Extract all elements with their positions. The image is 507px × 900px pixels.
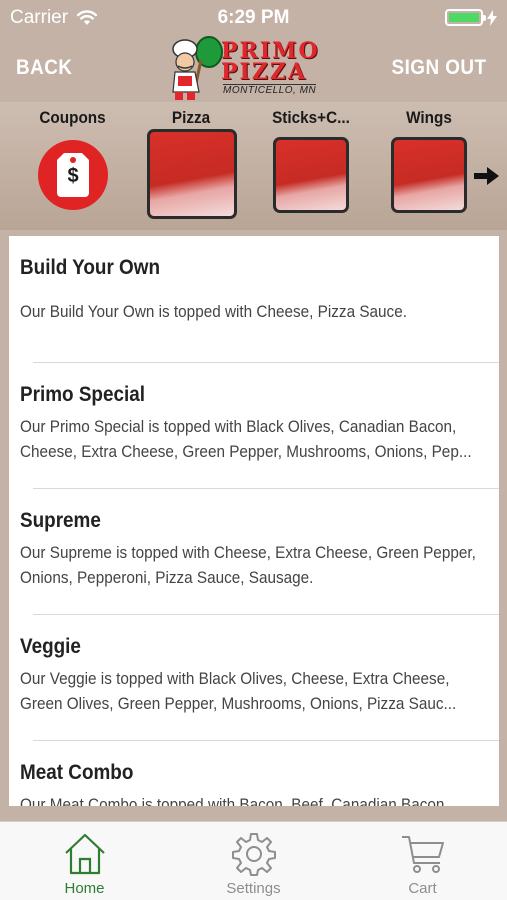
- charging-bolt-icon: [487, 9, 497, 26]
- description-line: Our Build Your Own is topped with Cheese…: [20, 302, 407, 321]
- home-icon: [65, 833, 105, 875]
- category-sticks[interactable]: Sticks+C...: [263, 102, 359, 230]
- description-line: Cheese, Extra Cheese, Green Pepper, Mush…: [20, 442, 472, 461]
- menu-item-title: Meat Combo: [20, 761, 134, 784]
- category-pizza[interactable]: Pizza: [145, 102, 237, 230]
- menu-item-build-your-own[interactable]: Build Your Own Our Build Your Own is top…: [9, 236, 499, 362]
- logo-line-pizza: PIZZA: [221, 59, 308, 85]
- category-image: [391, 137, 467, 213]
- menu-item-description: Our Veggie is topped with Black Olives, …: [20, 666, 491, 716]
- tag-hole: [70, 157, 76, 163]
- battery-icon: [445, 9, 486, 26]
- category-strip: Coupons $ Pizza Sticks+C... Wings: [0, 102, 507, 230]
- category-wings[interactable]: Wings: [384, 102, 474, 230]
- description-line: Green Olives, Green Pepper, Mushrooms, O…: [20, 694, 457, 713]
- menu-item-description: Our Meat Combo is topped with Bacon, Bee…: [20, 792, 491, 806]
- dollar-sign: $: [67, 165, 79, 187]
- category-image: [147, 129, 237, 219]
- menu-item-title: Build Your Own: [20, 256, 161, 279]
- coupon-badge: $: [38, 140, 108, 210]
- category-coupons[interactable]: Coupons $: [0, 102, 145, 230]
- tab-label: Cart: [408, 880, 437, 897]
- tab-home[interactable]: Home: [0, 822, 169, 900]
- description-line: Our Meat Combo is topped with Bacon, Bee…: [20, 795, 449, 806]
- category-label: Coupons: [39, 108, 106, 127]
- navigation-bar: BACK PRIMO PIZZA MONTICELLO, MN SIGN OUT: [0, 36, 507, 102]
- menu-item-title: Supreme: [20, 509, 101, 532]
- menu-item-supreme[interactable]: Supreme Our Supreme is topped with Chees…: [9, 489, 499, 615]
- gear-icon: [232, 833, 276, 876]
- description-line: Our Veggie is topped with Black Olives, …: [20, 669, 450, 688]
- back-button[interactable]: BACK: [16, 56, 72, 80]
- category-label: Sticks+C...: [272, 108, 350, 127]
- tab-bar: Home Settings Cart: [0, 821, 507, 900]
- chef-mascot-icon: [172, 36, 223, 100]
- status-time: 6:29 PM: [217, 7, 290, 28]
- battery-fill: [449, 13, 479, 22]
- description-line: Onions, Pepperoni, Pizza Sauce, Sausage.: [20, 568, 314, 587]
- category-image: [273, 137, 349, 213]
- scroll-right-arrow-icon[interactable]: [474, 166, 500, 186]
- sign-out-button[interactable]: SIGN OUT: [392, 56, 487, 80]
- status-bar: Carrier 6:29 PM: [0, 0, 507, 36]
- primo-pizza-logo: PRIMO PIZZA MONTICELLO, MN: [165, 36, 335, 102]
- menu-item-description: Our Primo Special is topped with Black O…: [20, 414, 491, 464]
- menu-item-title: Veggie: [20, 635, 81, 658]
- menu-item-veggie[interactable]: Veggie Our Veggie is topped with Black O…: [9, 615, 499, 741]
- menu-item-meat-combo[interactable]: Meat Combo Our Meat Combo is topped with…: [9, 741, 499, 806]
- logo-location: MONTICELLO, MN: [223, 84, 317, 96]
- category-label: Pizza: [171, 108, 211, 127]
- battery-status: [445, 9, 497, 26]
- menu-item-description: Our Build Your Own is topped with Cheese…: [20, 299, 491, 324]
- tab-cart[interactable]: Cart: [338, 822, 507, 900]
- tab-label: Home: [64, 880, 105, 897]
- menu-item-primo-special[interactable]: Primo Special Our Primo Special is toppe…: [9, 363, 499, 489]
- description-line: Our Primo Special is topped with Black O…: [20, 417, 457, 436]
- tab-label: Settings: [226, 880, 281, 897]
- description-line: Our Supreme is topped with Cheese, Extra…: [20, 543, 476, 562]
- cart-icon: [402, 836, 444, 873]
- category-label: Wings: [406, 108, 452, 127]
- price-tag-icon: $: [57, 153, 89, 197]
- menu-item-description: Our Supreme is topped with Cheese, Extra…: [20, 540, 491, 590]
- tab-settings[interactable]: Settings: [169, 822, 338, 900]
- menu-item-title: Primo Special: [20, 383, 146, 406]
- menu-list: Build Your Own Our Build Your Own is top…: [9, 236, 499, 806]
